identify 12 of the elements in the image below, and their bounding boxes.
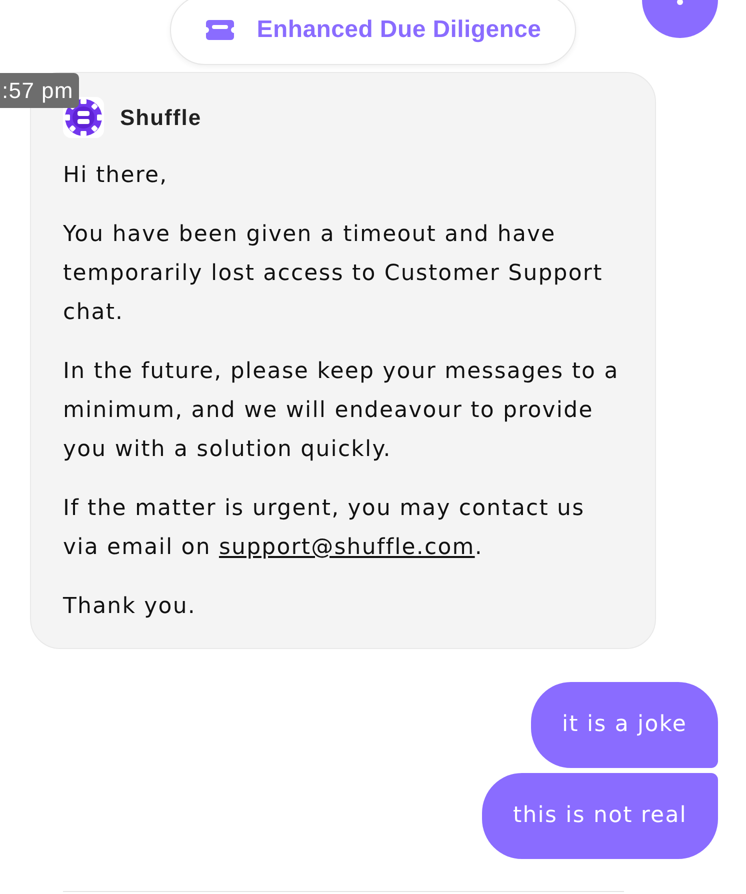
message-paragraph: Hi there, [63, 162, 169, 190]
timestamp: :57 pm [0, 73, 80, 108]
email-link[interactable]: support@shuffle.com [218, 535, 475, 560]
sender-name: Shuffle [120, 104, 202, 130]
message-paragraph: You have been given a timeout and have temporarily lost access to Customer Support chat. [63, 221, 604, 327]
message-bubble: this is not real [482, 773, 718, 859]
topic-label: Enhanced Due Diligence [256, 16, 542, 44]
message-bubble: it is a joke [530, 682, 718, 768]
message-paragraph: If the matter is urgent, you may contact us via email on support@shuffle.com. [63, 495, 586, 562]
ticket-icon [206, 20, 234, 40]
message-paragraph: In the future, please keep your messages to a minimum, and we will endeavour to provide you with a solution quickly. [63, 358, 620, 464]
message-paragraph: Thank you. [63, 593, 197, 621]
